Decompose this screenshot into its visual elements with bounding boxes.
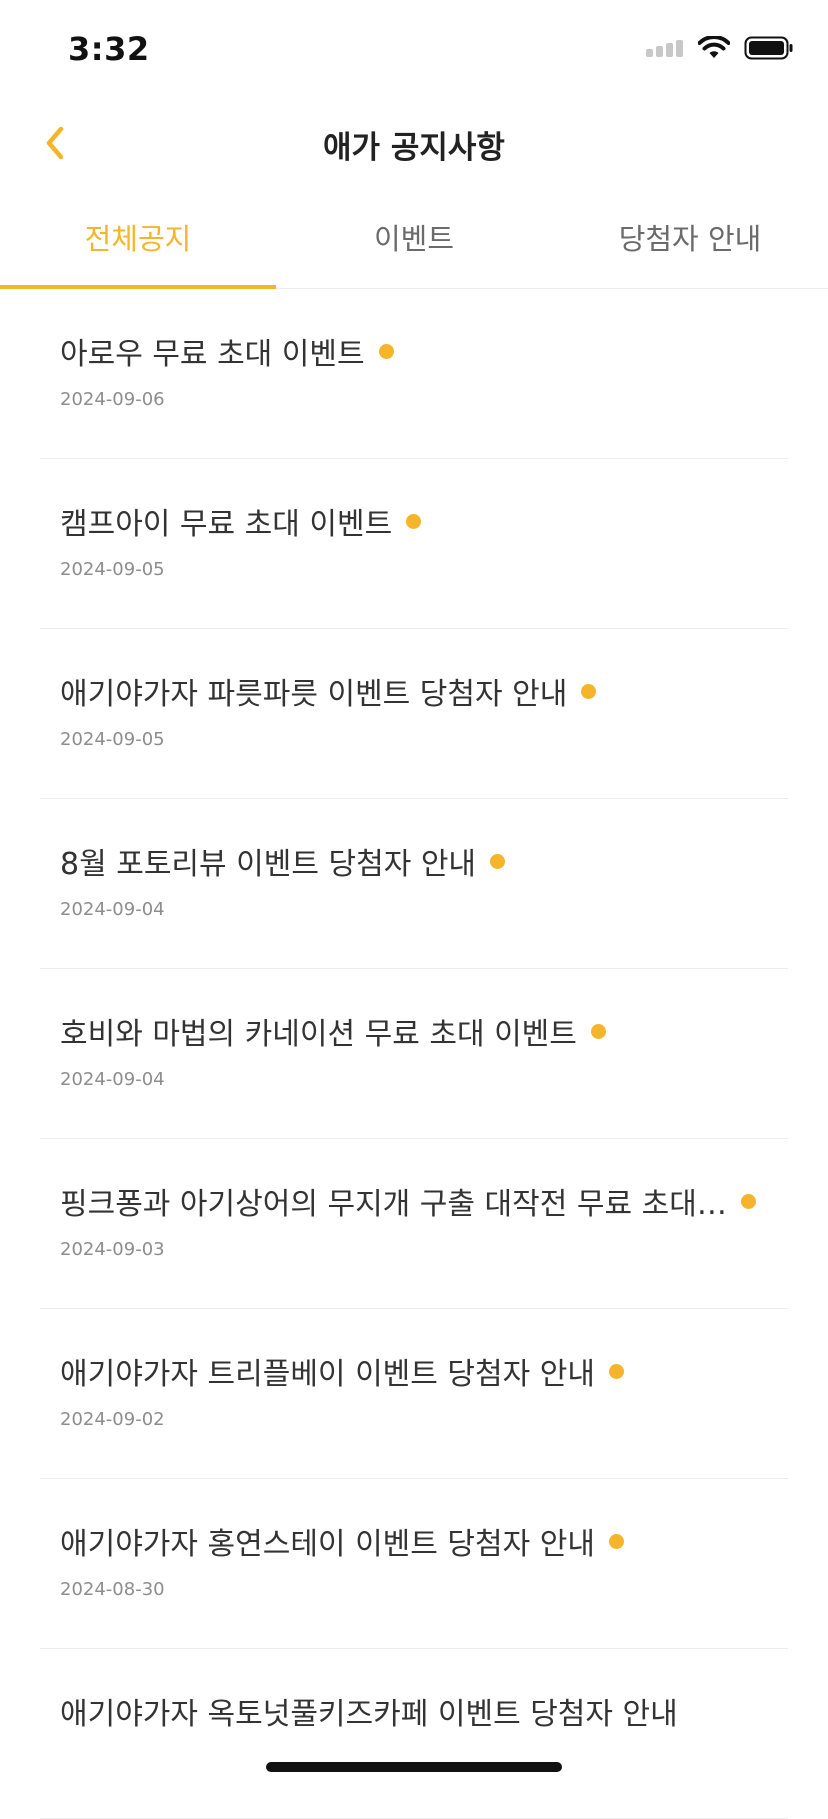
notice-item[interactable]: 아로우 무료 초대 이벤트 2024-09-06 [40, 289, 788, 459]
new-badge-dot [378, 343, 394, 359]
notice-title: 캠프아이 무료 초대 이벤트 [60, 507, 393, 542]
notice-title: 8월 포토리뷰 이벤트 당첨자 안내 [60, 847, 477, 882]
signal-icon [646, 39, 684, 61]
notice-item[interactable]: 애기야가자 파릇파릇 이벤트 당첨자 안내 2024-09-05 [40, 629, 788, 799]
notice-title: 애기야가자 파릇파릇 이벤트 당첨자 안내 [60, 677, 568, 712]
notice-date: 2024-09-04 [60, 1069, 165, 1090]
notice-date: 2024-09-06 [60, 389, 165, 410]
new-badge-dot [590, 1023, 606, 1039]
tab-winners[interactable]: 당첨자 안내 [552, 200, 828, 288]
status-icons [646, 35, 794, 64]
wifi-icon [697, 35, 731, 64]
notice-title: 애기야가자 홍연스테이 이벤트 당첨자 안내 [60, 1527, 595, 1562]
battery-icon [744, 36, 794, 64]
notice-title: 아로우 무료 초대 이벤트 [60, 337, 365, 372]
page-title: 애가 공지사항 [323, 130, 505, 166]
notice-title: 호비와 마법의 카네이션 무료 초대 이벤트 [60, 1017, 577, 1052]
notice-item[interactable]: 호비와 마법의 카네이션 무료 초대 이벤트 2024-09-04 [40, 969, 788, 1139]
tab-all-notices[interactable]: 전체공지 [0, 200, 276, 289]
new-badge-dot [740, 1193, 756, 1209]
notice-date: 2024-09-04 [60, 899, 165, 920]
home-indicator [266, 1762, 562, 1772]
notice-date: 2024-09-02 [60, 1409, 165, 1430]
new-badge-dot [608, 1363, 624, 1379]
new-badge-dot [406, 513, 422, 529]
notice-date: 2024-09-05 [60, 559, 165, 580]
tab-events[interactable]: 이벤트 [276, 200, 552, 288]
notice-title: 애기야가자 트리플베이 이벤트 당첨자 안내 [60, 1357, 595, 1392]
notice-date: 2024-09-03 [60, 1239, 165, 1260]
nav-bar: 애가 공지사항 [0, 100, 828, 188]
new-badge-dot [581, 683, 597, 699]
notice-item[interactable]: 캠프아이 무료 초대 이벤트 2024-09-05 [40, 459, 788, 629]
notice-title: 애기야가자 옥토넛풀키즈카페 이벤트 당첨자 안내 [60, 1697, 678, 1732]
notice-item[interactable]: 8월 포토리뷰 이벤트 당첨자 안내 2024-09-04 [40, 799, 788, 969]
notice-date: 2024-08-30 [60, 1579, 165, 1600]
tab-bar: 전체공지 이벤트 당첨자 안내 [0, 200, 828, 289]
notice-date: 2024-09-05 [60, 729, 165, 750]
new-badge-dot [490, 853, 506, 869]
notice-item[interactable]: 애기야가자 트리플베이 이벤트 당첨자 안내 2024-09-02 [40, 1309, 788, 1479]
status-bar: 3:32 [0, 0, 828, 100]
notice-title: 핑크퐁과 아기상어의 무지개 구출 대작전 무료 초대… [60, 1187, 727, 1222]
status-time: 3:32 [68, 30, 150, 68]
notice-list: 아로우 무료 초대 이벤트 2024-09-06 캠프아이 무료 초대 이벤트 … [0, 289, 828, 1819]
notice-item[interactable]: 애기야가자 옥토넛풀키즈카페 이벤트 당첨자 안내 [40, 1649, 788, 1819]
new-badge-dot [608, 1533, 624, 1549]
notice-item[interactable]: 애기야가자 홍연스테이 이벤트 당첨자 안내 2024-08-30 [40, 1479, 788, 1649]
notice-item[interactable]: 핑크퐁과 아기상어의 무지개 구출 대작전 무료 초대… 2024-09-03 [40, 1139, 788, 1309]
